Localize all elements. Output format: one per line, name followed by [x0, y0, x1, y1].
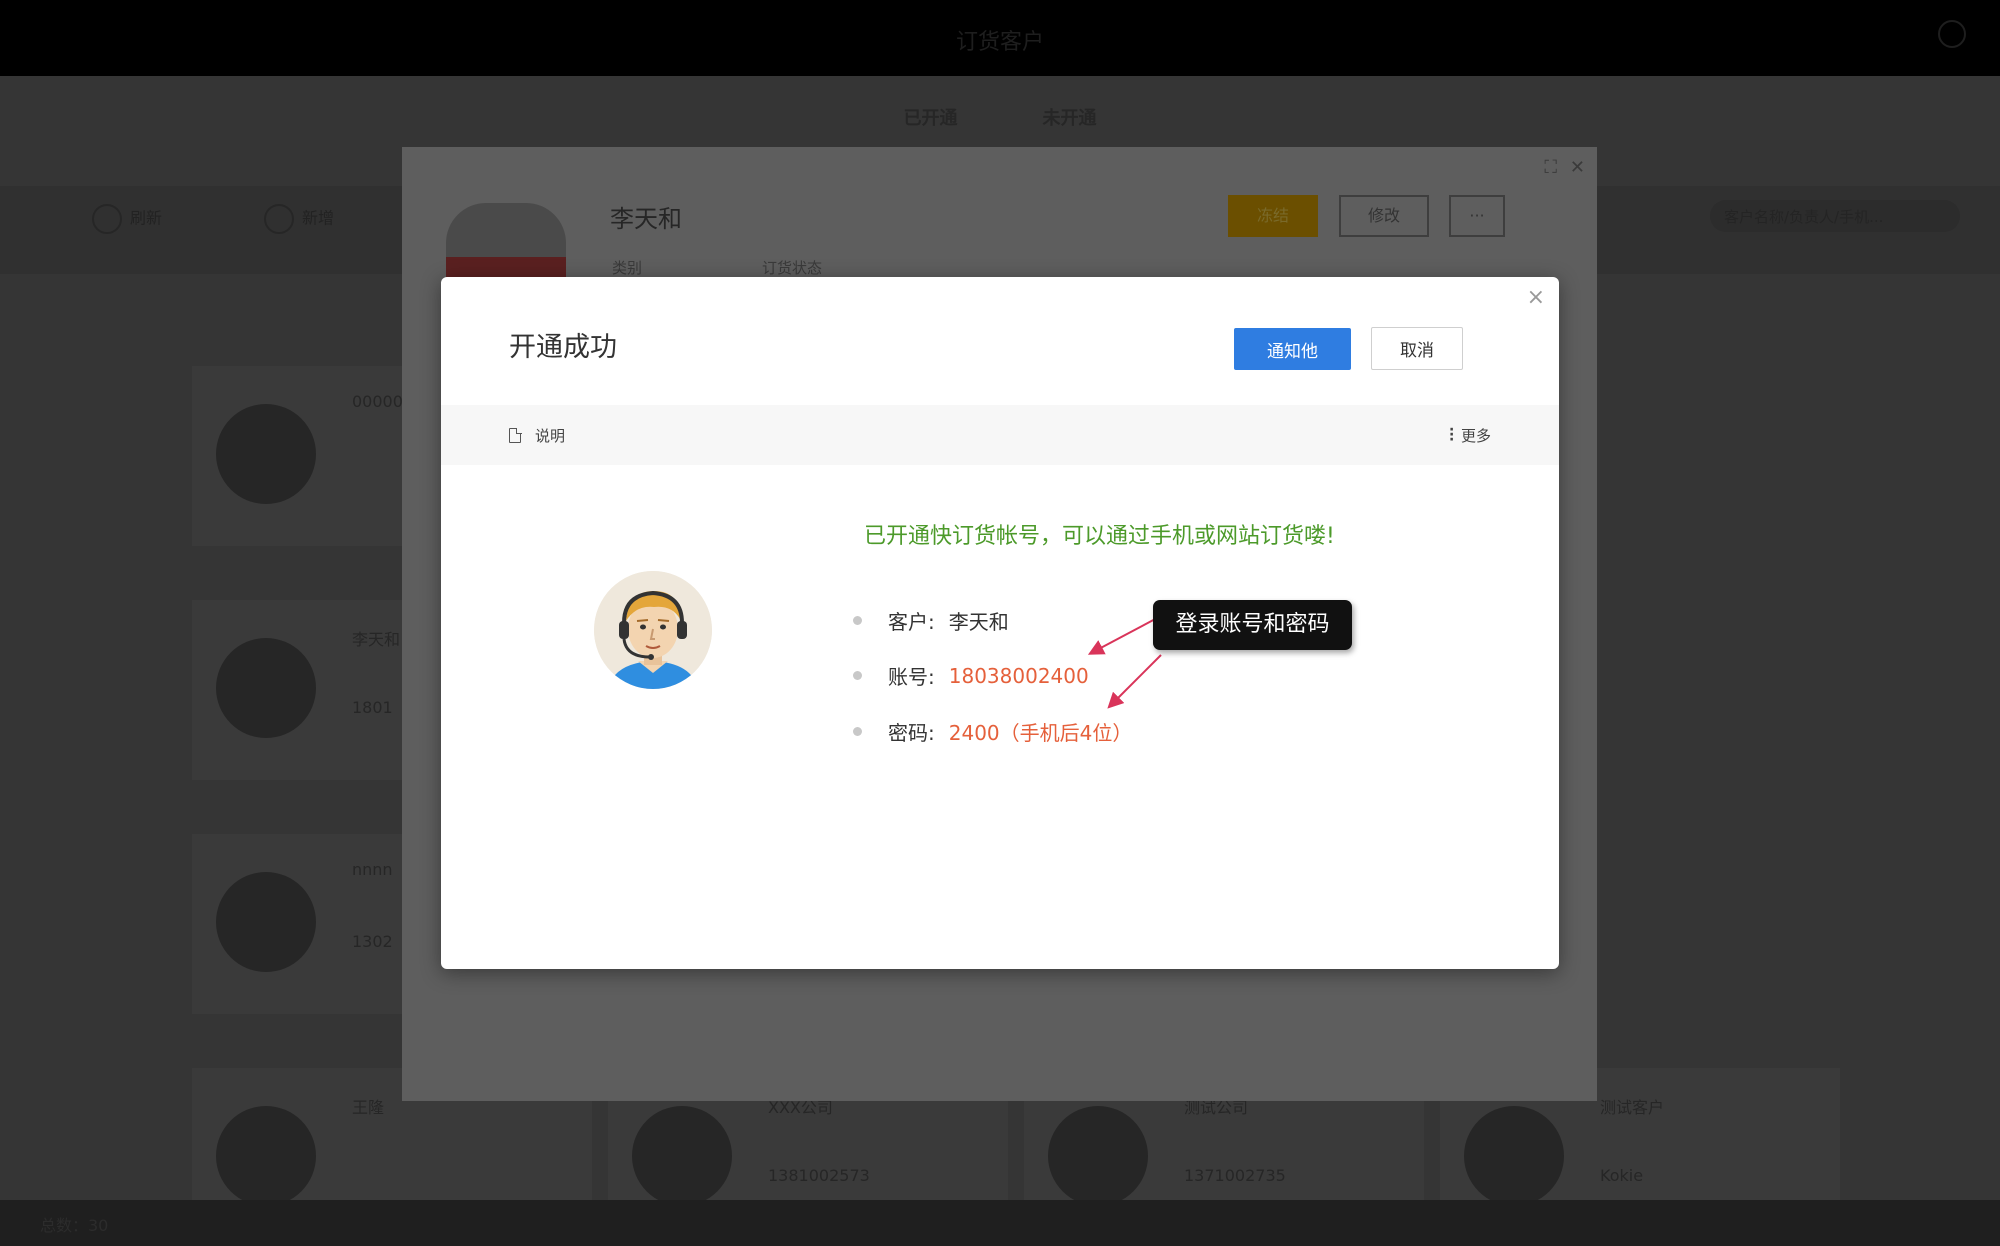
cancel-button[interactable]: 取消 [1371, 327, 1463, 370]
bullet [853, 616, 862, 625]
bullet [853, 671, 862, 680]
info-value: 18038002400 [948, 663, 1089, 688]
login-callout-tooltip: 登录账号和密码 [1153, 600, 1352, 650]
modal-title: 开通成功 [509, 332, 617, 363]
more-menu[interactable]: · · · 更多 [1448, 422, 1491, 448]
avatar [1048, 1106, 1148, 1206]
customer-name: 李天和 [610, 205, 682, 233]
edit-button[interactable]: 修改 [1339, 195, 1429, 237]
success-headline: 已开通快订货帐号，可以通过手机或网站订货喽! [864, 524, 1335, 549]
freeze-button[interactable]: 冻结 [1228, 195, 1318, 237]
card-subtitle: 1371002735 [1184, 1166, 1286, 1185]
order-status-label: 订货状态 [762, 259, 823, 277]
tab-activated[interactable]: 已开通 [903, 104, 957, 130]
avatar [216, 404, 316, 504]
add-button[interactable]: 新增 [264, 204, 334, 234]
avatar [1464, 1106, 1564, 1206]
more-label: 更多 [1460, 427, 1491, 445]
notify-button[interactable]: 通知他 [1234, 328, 1351, 370]
avatar [216, 638, 316, 738]
fullscreen-icon[interactable]: ⛶ [1544, 157, 1557, 178]
refresh-label: 刷新 [130, 208, 163, 228]
headset-person-icon [594, 571, 712, 689]
activation-success-modal: × 开通成功 通知他 取消 说明 · · · 更多 已开通快订货帐号，可以通过手… [441, 277, 1559, 969]
avatar [216, 872, 316, 972]
more-button[interactable]: ··· [1449, 195, 1505, 237]
modal-subbar: 说明 · · · 更多 [441, 405, 1559, 465]
info-label: 密码: [888, 721, 935, 745]
app-header: 订货客户 [0, 0, 2000, 76]
card-subtitle: Kokie [1600, 1166, 1644, 1185]
refresh-icon [92, 204, 122, 234]
card-title: 李天和 [352, 630, 401, 649]
close-icon[interactable]: ✕ [1570, 157, 1585, 178]
info-row-account: 账号: 18038002400 [853, 661, 1089, 690]
plus-icon [264, 204, 294, 234]
avatar [632, 1106, 732, 1206]
card-subtitle: 1302 [352, 932, 393, 951]
card-title: 00000 [352, 392, 403, 411]
status-tabs: 已开通 未开通 [0, 104, 2000, 130]
avatar [216, 1106, 316, 1206]
bullet [853, 727, 862, 736]
tab-not-activated[interactable]: 未开通 [1043, 104, 1097, 130]
customer-logo [446, 203, 566, 281]
info-label: 客户: [888, 610, 935, 634]
card-title: nnnn [352, 860, 393, 879]
close-icon[interactable]: × [1527, 287, 1545, 309]
settings-icon[interactable] [1938, 20, 1966, 48]
footer: 总数：30 [0, 1200, 2000, 1246]
info-value: 李天和 [948, 610, 1009, 634]
customer-service-avatar [594, 571, 712, 689]
app-title: 订货客户 [955, 30, 1044, 55]
search-input[interactable]: 客户名称/负责人/手机... [1710, 200, 1960, 232]
category-label: 类别 [612, 259, 643, 277]
info-label: 账号: [888, 665, 935, 689]
info-row-customer: 客户: 李天和 [853, 606, 1009, 635]
refresh-button[interactable]: 刷新 [92, 204, 162, 234]
more-vertical-icon: · · · [1448, 422, 1455, 448]
card-subtitle: 1801 [352, 698, 393, 717]
add-label: 新增 [302, 208, 335, 228]
document-icon [509, 427, 522, 443]
instructions-link[interactable]: 说明 [509, 425, 565, 446]
card-title: 测试客户 [1600, 1098, 1665, 1117]
instructions-label: 说明 [535, 427, 566, 445]
total-count: 总数：30 [40, 1216, 109, 1235]
card-subtitle: 1381002573 [768, 1166, 870, 1185]
card-title: 王隆 [352, 1098, 385, 1117]
